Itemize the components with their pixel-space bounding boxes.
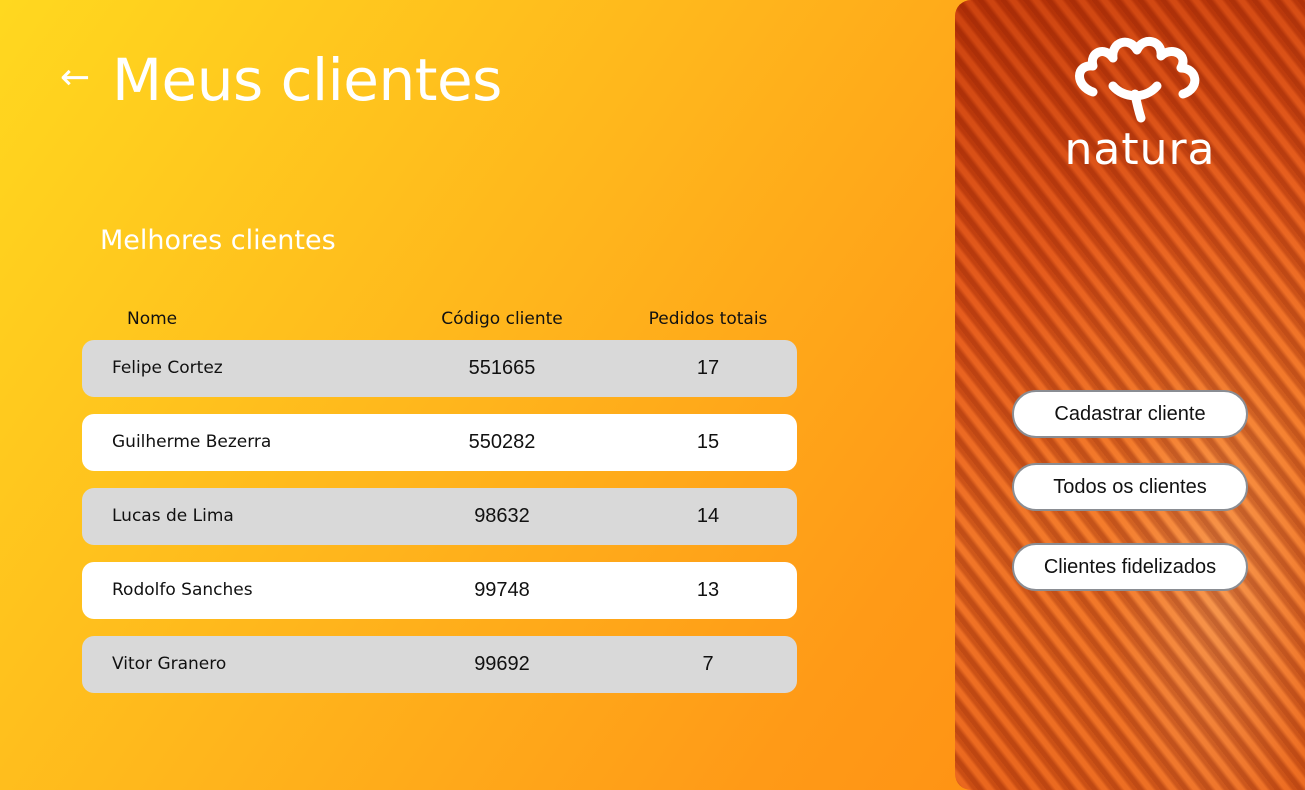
sidebar: natura Cadastrar cliente Todos os client… (955, 0, 1305, 790)
client-name: Rodolfo Sanches (112, 580, 253, 600)
column-header-code: Código cliente (441, 309, 563, 329)
client-orders: 17 (696, 357, 720, 379)
natura-flower-icon (1075, 37, 1200, 123)
page-title: Meus clientes (112, 46, 502, 114)
brand-wordmark: natura (1064, 124, 1216, 175)
client-orders: 7 (702, 653, 714, 675)
clients-table: Felipe Cortez 551665 17 Guilherme Bezerr… (82, 340, 797, 710)
client-name: Felipe Cortez (112, 358, 223, 378)
client-name: Vitor Granero (112, 654, 227, 674)
table-row[interactable]: Vitor Granero 99692 7 (82, 636, 797, 693)
table-row[interactable]: Felipe Cortez 551665 17 (82, 340, 797, 397)
table-row[interactable]: Guilherme Bezerra 550282 15 (82, 414, 797, 471)
loyal-clients-button[interactable]: Clientes fidelizados (1012, 543, 1248, 591)
column-header-orders: Pedidos totais (648, 309, 768, 329)
client-orders: 15 (696, 431, 720, 453)
client-code: 551665 (468, 357, 536, 379)
table-header: Nome Código cliente Pedidos totais (82, 305, 797, 333)
client-orders: 14 (696, 505, 720, 527)
client-code: 98632 (474, 505, 530, 527)
all-clients-button[interactable]: Todos os clientes (1012, 463, 1248, 511)
client-code: 99748 (474, 579, 530, 601)
natura-logo: natura (1045, 28, 1235, 178)
back-arrow-icon[interactable]: ← (60, 56, 102, 100)
client-name: Lucas de Lima (112, 506, 234, 526)
table-row[interactable]: Lucas de Lima 98632 14 (82, 488, 797, 545)
client-name: Guilherme Bezerra (112, 432, 272, 452)
main-panel: ← Meus clientes Melhores clientes Nome C… (0, 0, 960, 790)
register-client-button[interactable]: Cadastrar cliente (1012, 390, 1248, 438)
table-row[interactable]: Rodolfo Sanches 99748 13 (82, 562, 797, 619)
client-code: 99692 (474, 653, 530, 675)
client-code: 550282 (468, 431, 536, 453)
client-orders: 13 (696, 579, 720, 601)
column-header-name: Nome (127, 309, 178, 329)
section-title: Melhores clientes (100, 225, 336, 256)
